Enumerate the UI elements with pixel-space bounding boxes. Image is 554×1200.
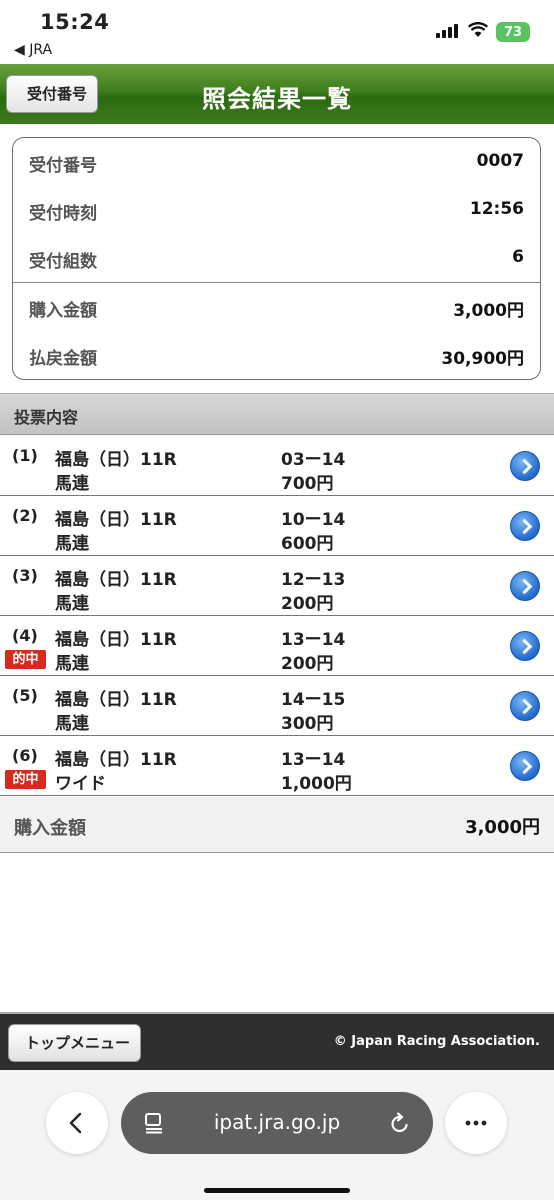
bet-type: 馬連 bbox=[55, 654, 89, 674]
bet-type: 馬連 bbox=[55, 594, 89, 614]
total-row: 購入金額 3,000円 bbox=[0, 797, 554, 853]
app-header: 受付番号 照会結果一覧 bbox=[0, 64, 554, 124]
address-bar[interactable]: ipat.jra.go.jp bbox=[121, 1092, 433, 1154]
chevron-right-icon[interactable] bbox=[510, 511, 540, 541]
bet-amount: 600円 bbox=[281, 534, 334, 554]
bet-type: 馬連 bbox=[55, 714, 89, 734]
summary-label: 払戻金額 bbox=[29, 349, 97, 369]
bet-index: (5) bbox=[12, 686, 38, 705]
hit-badge: 的中 bbox=[5, 770, 46, 789]
browser-back-button[interactable] bbox=[46, 1092, 108, 1154]
summary-value: 30,900円 bbox=[441, 349, 524, 369]
bet-race: 福島（日）11R bbox=[55, 750, 177, 770]
battery-icon: 73 bbox=[496, 22, 530, 42]
total-label: 購入金額 bbox=[14, 818, 86, 839]
bet-amount: 200円 bbox=[281, 654, 334, 674]
hit-badge: 的中 bbox=[5, 650, 46, 669]
bet-amount: 200円 bbox=[281, 594, 334, 614]
summary-row-purchase-amount: 購入金額 3,000円 bbox=[13, 283, 540, 331]
home-indicator[interactable] bbox=[204, 1188, 350, 1193]
bet-index: (3) bbox=[12, 566, 38, 585]
bet-row[interactable]: (3) 福島（日）11R 馬連 12ー13 200円 bbox=[0, 556, 554, 616]
bet-race: 福島（日）11R bbox=[55, 630, 177, 650]
bet-row[interactable]: (6) 的中 福島（日）11R ワイド 13ー14 1,000円 bbox=[0, 736, 554, 796]
bet-type: 馬連 bbox=[55, 474, 89, 494]
summary-row-receipt-number: 受付番号 0007 bbox=[13, 138, 540, 186]
bet-combination: 03ー14 bbox=[281, 450, 346, 470]
top-menu-label: トップメニュー bbox=[25, 1034, 131, 1052]
chevron-right-icon[interactable] bbox=[510, 691, 540, 721]
bet-combination: 13ー14 bbox=[281, 630, 346, 650]
summary-row-combination-count: 受付組数 6 bbox=[13, 234, 540, 282]
summary-label: 受付時刻 bbox=[29, 204, 97, 224]
bet-combination: 14ー15 bbox=[281, 690, 346, 710]
summary-value: 6 bbox=[512, 247, 524, 267]
summary-label: 受付組数 bbox=[29, 252, 97, 272]
receipt-summary: 受付番号 0007 受付時刻 12:56 受付組数 6 購入金額 3,000円 … bbox=[12, 137, 541, 380]
browser-toolbar: ipat.jra.go.jp bbox=[0, 1070, 554, 1200]
bet-combination: 12ー13 bbox=[281, 570, 346, 590]
bet-index: (2) bbox=[12, 506, 38, 525]
top-menu-button[interactable]: トップメニュー bbox=[8, 1024, 142, 1062]
bet-row[interactable]: (1) 福島（日）11R 馬連 03ー14 700円 bbox=[0, 436, 554, 496]
bet-amount: 1,000円 bbox=[281, 774, 352, 794]
bet-amount: 300円 bbox=[281, 714, 334, 734]
footer: トップメニュー © Japan Racing Association. bbox=[0, 1014, 554, 1070]
copyright: © Japan Racing Association. bbox=[333, 1034, 540, 1049]
bet-row[interactable]: (2) 福島（日）11R 馬連 10ー14 600円 bbox=[0, 496, 554, 556]
bet-race: 福島（日）11R bbox=[55, 450, 177, 470]
summary-value: 12:56 bbox=[469, 199, 524, 219]
wifi-icon bbox=[468, 22, 488, 37]
bet-combination: 13ー14 bbox=[281, 750, 346, 770]
section-title: 投票内容 bbox=[14, 408, 79, 427]
reload-icon[interactable] bbox=[389, 1111, 411, 1135]
bet-row[interactable]: (4) 的中 福島（日）11R 馬連 13ー14 200円 bbox=[0, 616, 554, 676]
chevron-left-icon bbox=[69, 1112, 82, 1134]
back-to-app-link[interactable]: ◀ JRA bbox=[14, 42, 52, 58]
status-time: 15:24 bbox=[40, 10, 110, 34]
summary-label: 受付番号 bbox=[29, 156, 97, 176]
bet-race: 福島（日）11R bbox=[55, 510, 177, 530]
summary-row-receipt-time: 受付時刻 12:56 bbox=[13, 186, 540, 234]
bet-type: 馬連 bbox=[55, 534, 89, 554]
bet-race: 福島（日）11R bbox=[55, 690, 177, 710]
total-value: 3,000円 bbox=[465, 817, 540, 838]
chevron-right-icon[interactable] bbox=[510, 751, 540, 781]
bet-amount: 700円 bbox=[281, 474, 334, 494]
chevron-right-icon[interactable] bbox=[510, 631, 540, 661]
summary-value: 0007 bbox=[476, 151, 524, 171]
summary-value: 3,000円 bbox=[453, 301, 524, 321]
bet-index: (1) bbox=[12, 446, 38, 465]
bet-row[interactable]: (5) 福島（日）11R 馬連 14ー15 300円 bbox=[0, 676, 554, 736]
bet-type: ワイド bbox=[55, 774, 106, 794]
bet-index: (6) bbox=[12, 746, 38, 765]
chevron-right-icon[interactable] bbox=[510, 451, 540, 481]
summary-label: 購入金額 bbox=[29, 301, 97, 321]
chevron-right-icon[interactable] bbox=[510, 571, 540, 601]
ellipsis-icon bbox=[465, 1120, 487, 1126]
status-bar: 15:24 ◀ JRA 73 bbox=[0, 0, 554, 64]
section-header-bet-details: 投票内容 bbox=[0, 393, 554, 435]
more-options-button[interactable] bbox=[445, 1092, 507, 1154]
bet-combination: 10ー14 bbox=[281, 510, 346, 530]
page-title: 照会結果一覧 bbox=[202, 85, 352, 113]
summary-row-payout-amount: 払戻金額 30,900円 bbox=[13, 331, 540, 379]
bet-race: 福島（日）11R bbox=[55, 570, 177, 590]
bet-index: (4) bbox=[12, 626, 38, 645]
url-text: ipat.jra.go.jp bbox=[213, 1110, 341, 1134]
cellular-signal-icon bbox=[436, 24, 458, 38]
